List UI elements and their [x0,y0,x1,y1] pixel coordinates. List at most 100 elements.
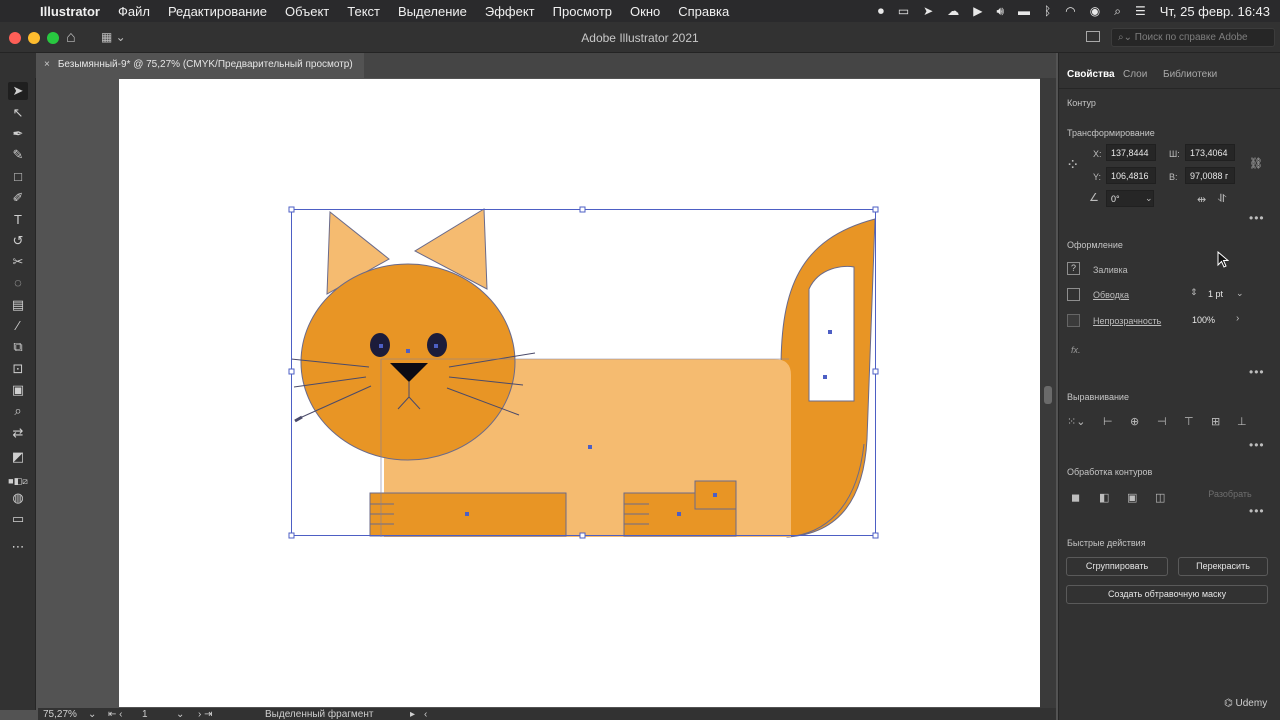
menu-help[interactable]: Справка [678,4,729,19]
artboard-dropdown-icon[interactable]: ⌄ [176,709,184,720]
volume-icon[interactable]: 🔊︎ [996,4,1004,19]
appearance-more-icon[interactable]: ••• [1249,365,1265,379]
menu-edit[interactable]: Редактирование [168,4,267,19]
opacity-field[interactable]: 100% [1187,311,1231,328]
scrollbar-thumb[interactable] [1044,386,1052,404]
fx-icon[interactable]: fx. [1071,345,1081,355]
x-field[interactable]: 137,8444 [1106,144,1156,161]
tab-layers[interactable]: Слои [1123,69,1147,80]
align-top-icon[interactable]: ⊤ [1184,415,1194,428]
scissors-tool-icon[interactable]: ✂ [8,253,28,271]
location-icon[interactable]: ➤ [923,4,933,18]
stroke-swatch-icon[interactable] [1067,288,1080,301]
artboard-tool-icon[interactable]: ▣ [8,381,28,399]
help-search-input[interactable]: ⌕⌄ Поиск по справке Adobe [1111,28,1275,47]
display-icon[interactable]: ▭ [898,4,909,18]
gradient-tool-icon[interactable]: ▤ [8,296,28,314]
pathfinder-exclude-icon[interactable]: ◫ [1155,491,1165,504]
fill-swatch-icon[interactable]: ? [1067,262,1080,275]
zoom-tool-icon[interactable]: ⌕ [8,402,28,420]
rectangle-tool-icon[interactable]: □ [8,168,28,186]
rotate-tool-icon[interactable]: ↺ [8,232,28,250]
align-to-icon[interactable]: ⁙⌄ [1067,415,1085,428]
y-field[interactable]: 106,4816 [1106,167,1156,184]
menu-effect[interactable]: Эффект [485,4,535,19]
menu-object[interactable]: Объект [285,4,329,19]
tab-properties[interactable]: Свойства [1067,69,1115,80]
tools-panel-header[interactable] [0,53,36,78]
recolor-button[interactable]: Перекрасить [1178,557,1268,576]
document-tab[interactable]: × Безымянный-9* @ 75,27% (CMYK/Предварите… [38,53,364,78]
pen-tool-icon[interactable]: ✒ [8,125,28,143]
cat-artwork[interactable] [119,79,1040,707]
blend-tool-icon[interactable]: ⧉ [8,338,28,356]
wifi-icon[interactable]: ◠ [1065,4,1075,18]
align-more-icon[interactable]: ••• [1249,438,1265,452]
fill-stroke-icon[interactable]: ◩ [8,448,28,466]
menu-view[interactable]: Просмотр [553,4,612,19]
vertical-scrollbar[interactable] [1040,78,1056,708]
curvature-tool-icon[interactable]: ✎ [8,146,28,164]
pathfinder-intersect-icon[interactable]: ▣ [1127,491,1137,504]
spotlight-search-icon[interactable]: ⌕ [1114,4,1121,19]
group-button[interactable]: Сгруппировать [1066,557,1168,576]
reference-point-icon[interactable]: ⁘ [1066,155,1079,175]
record-icon[interactable]: ⏺ [878,4,884,19]
screen-mode-icon[interactable]: ▭ [8,510,28,528]
cat-head[interactable] [300,263,516,461]
angle-dropdown-icon[interactable]: ⌄ [1145,193,1153,204]
stroke-label[interactable]: Обводка [1093,290,1129,300]
more-tools-icon[interactable]: ⋯ [8,538,28,556]
align-hcenter-icon[interactable]: ⊕ [1130,415,1139,428]
swap-colors-icon[interactable]: ⇄ [8,424,28,442]
opacity-arrow-icon[interactable]: › [1236,313,1239,324]
status-info[interactable]: Выделенный фрагмент [265,709,373,720]
canvas-area[interactable] [38,78,1040,708]
artboard[interactable] [119,79,1040,707]
menu-app-name[interactable]: Illustrator [40,4,100,19]
transform-more-icon[interactable]: ••• [1249,211,1265,225]
constrain-proportions-icon[interactable]: ⛓ [1249,157,1263,170]
color-mode-icons[interactable]: ■◧⧄ [8,472,28,490]
zoom-level[interactable]: 75,27% [43,709,77,720]
expand-button[interactable]: Разобрать [1189,486,1271,505]
pathfinder-unite-icon[interactable]: ◼ [1071,491,1080,504]
opacity-icon[interactable] [1067,314,1080,327]
bluetooth-icon[interactable]: ᛒ [1044,4,1051,18]
lasso-tool-icon[interactable]: ◌ [8,274,28,292]
pathfinder-more-icon[interactable]: ••• [1249,504,1265,518]
width-field[interactable]: 173,4064 [1185,144,1235,161]
tab-libraries[interactable]: Библиотеки [1163,69,1217,80]
menu-window[interactable]: Окно [630,4,660,19]
stroke-dropdown-icon[interactable]: ⌄ [1236,288,1244,299]
flip-vertical-icon[interactable]: ⥯ [1218,193,1226,206]
flip-horizontal-icon[interactable]: ⇹ [1197,193,1206,206]
zoom-dropdown-icon[interactable]: ⌄ [88,709,96,720]
stroke-stepper-icon[interactable]: ⇕ [1190,287,1198,298]
artboard-number[interactable]: 1 [142,709,148,720]
status-play-icon[interactable]: ▸ [410,709,415,720]
play-icon[interactable]: ▶ [973,4,982,18]
stroke-weight-field[interactable]: 1 pt [1203,285,1233,302]
eyedropper-tool-icon[interactable]: ⁄ [8,317,28,335]
clock[interactable]: Чт, 25 февр. 16:43 [1160,4,1270,19]
align-bottom-icon[interactable]: ⊥ [1237,415,1247,428]
user-icon[interactable]: ◉ [1090,4,1100,18]
draw-mode-icon[interactable]: ◍ [8,489,28,507]
paintbrush-tool-icon[interactable]: ✐ [8,189,28,207]
opacity-label[interactable]: Непрозрачность [1093,316,1161,326]
pathfinder-minus-front-icon[interactable]: ◧ [1099,491,1109,504]
flag-icon[interactable]: ▬ [1018,4,1030,18]
align-right-icon[interactable]: ⊣ [1157,415,1167,428]
align-vcenter-icon[interactable]: ⊞ [1211,415,1220,428]
make-clipping-mask-button[interactable]: Создать обтравочную маску [1066,585,1268,604]
menu-select[interactable]: Выделение [398,4,467,19]
hscroll-left-icon[interactable]: ‹ [424,709,427,720]
artboard-nav-prev-icon[interactable]: ⇤ ‹ [108,709,123,720]
type-tool-icon[interactable]: T [8,211,28,229]
height-field[interactable]: 97,0088 г [1185,167,1235,184]
control-center-icon[interactable]: ☰ [1135,4,1146,18]
direct-selection-tool-icon[interactable]: ↖ [8,104,28,122]
artboard-nav-next-icon[interactable]: › ⇥ [198,709,213,720]
align-left-icon[interactable]: ⊢ [1103,415,1113,428]
